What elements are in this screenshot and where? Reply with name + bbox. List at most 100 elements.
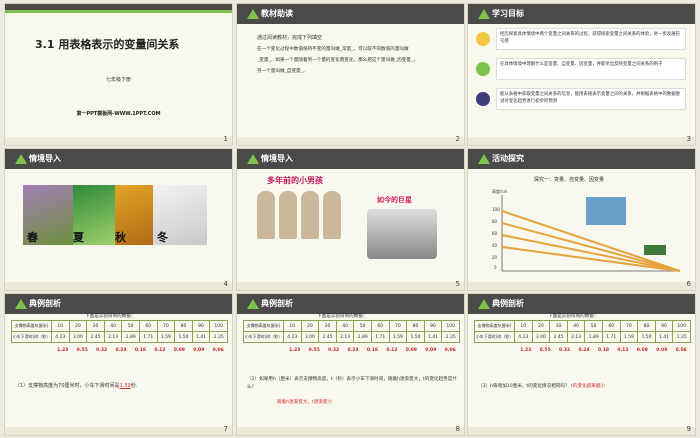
table-cell: 1.59 xyxy=(156,331,176,343)
section-title: 典例剖析 xyxy=(261,299,293,308)
slide-footer-band xyxy=(468,427,695,435)
table-cell: 4.23 xyxy=(514,331,533,343)
difference-value: 0.06 xyxy=(675,348,687,353)
table-cell: 40 xyxy=(335,320,355,332)
table-cell: 2.13 xyxy=(335,331,355,343)
difference-value: 1.23 xyxy=(520,348,532,353)
table-cell: 10 xyxy=(283,320,302,332)
table-cell: 2.13 xyxy=(566,331,586,343)
season-label: 冬 xyxy=(157,231,168,244)
slide-header: 教材助读 xyxy=(237,4,464,24)
slide-footer-band xyxy=(5,427,232,435)
goal-text: 能从表格中获取变量之间关系的信息，能用表格表示变量之间的关系，并根据表格中的数据… xyxy=(500,92,681,104)
table-cell: 1.71 xyxy=(370,331,390,343)
text-line: 在一个变化过程中数值保持不变的量叫做_常量_，可以取不同数值的量叫做 xyxy=(257,47,409,52)
ramp-illustration xyxy=(501,195,681,272)
slide-number: 3 xyxy=(686,135,691,143)
row-header: 小车下滑时间t（秒） xyxy=(11,331,52,343)
row-header: 小车下滑时间t（秒） xyxy=(474,331,515,343)
slide-thumbnail-7[interactable]: 典例剖析 下面是实验得到的数据： 支撑物高度h(厘米) 10 20 30 40 50 60 7… xyxy=(4,293,233,436)
table-cell: 60 xyxy=(370,320,390,332)
table-cell: 40 xyxy=(566,320,586,332)
difference-value: 0.55 xyxy=(308,348,320,353)
slide-header: 典例剖析 xyxy=(5,294,232,314)
table-cell: 1.71 xyxy=(138,331,158,343)
table-cell: 100 xyxy=(672,320,691,332)
text-line: 通过阅读教材，完成下列填空 xyxy=(257,35,323,41)
slide-thumbnail-3[interactable]: 学习目标 经历探索具体情境中两个变量之间关系的过程，获得探索变量之间关系的体验，… xyxy=(467,3,696,146)
table-cell: 20 xyxy=(68,320,88,332)
table-cell: 1.35 xyxy=(672,331,691,343)
difference-row: 1.23 0.55 0.32 0.24 0.18 0.12 0.09 0.09 0.06 xyxy=(516,348,691,353)
star-photo xyxy=(367,209,437,259)
difference-value: 0.32 xyxy=(559,348,571,353)
slide-header: 情境导入 xyxy=(5,149,232,169)
triangle-icon xyxy=(478,9,490,19)
table-cell: 30 xyxy=(86,320,105,332)
difference-value: 0.12 xyxy=(617,348,629,353)
section-title: 情境导入 xyxy=(261,154,293,163)
slide-thumbnail-2[interactable]: 教材助读 通过阅读教材，完成下列填空 在一个变化过程中数值保持不变的量叫做_常量… xyxy=(236,3,465,146)
caption-text: 如今的巨星 xyxy=(377,196,412,204)
question-text: （1）支撑物高度为70厘米时，小车下滑时间是1.59秒. xyxy=(15,383,138,389)
slide-thumbnail-9[interactable]: 典例剖析 下面是实验得到的数据： 支撑物高度h(厘米) 10 20 30 40 50 60 7… xyxy=(467,293,696,436)
slide-footer-band xyxy=(237,427,464,435)
slide-footer-band xyxy=(468,282,695,290)
slide-title: 3.1 用表格表示的变量间关系 xyxy=(35,38,180,51)
slide-thumbnail-4[interactable]: 情境导入 春 夏 秋 冬 4 xyxy=(4,148,233,291)
slide-header: 学习目标 xyxy=(468,4,695,24)
table-cell: 100 xyxy=(441,320,460,332)
table-cell: 50 xyxy=(353,320,372,332)
data-table: 支撑物高度h(厘米) 10 20 30 40 50 60 70 80 90 100 小车下滑时间t（… xyxy=(11,320,228,343)
row-header: 支撑物高度h(厘米) xyxy=(11,320,52,332)
table-cell: 1.50 xyxy=(406,331,425,343)
slide-thumbnail-1[interactable]: 3.1 用表格表示的变量间关系 七年级下册 第一PPT模板网-WWW.1PPT.… xyxy=(4,3,233,146)
text-line: 另一个量叫做_自变量_。 xyxy=(257,69,308,74)
goal-bullet-icon xyxy=(476,92,490,106)
difference-value: 0.06 xyxy=(444,348,456,353)
difference-value: 0.24 xyxy=(347,348,359,353)
table-cell: 20 xyxy=(300,320,320,332)
slide-footer-band xyxy=(237,282,464,290)
difference-value: 0.09 xyxy=(405,348,417,353)
season-label: 秋 xyxy=(115,231,126,244)
difference-row: 1.23 0.55 0.32 0.24 0.18 0.12 0.09 0.09 0.06 xyxy=(53,348,228,353)
answer-text: 随着h逐渐变大，t逐渐变小 xyxy=(277,400,333,405)
table-cell: 70 xyxy=(388,320,408,332)
difference-value: 0.09 xyxy=(173,348,185,353)
triangle-icon xyxy=(478,299,490,309)
text-line: _变量_，如果一个量随着另一个量的变化而变化，那么把这个量叫做_因变量_， xyxy=(257,58,418,63)
table-cell: 90 xyxy=(191,320,211,332)
table-cell: 10 xyxy=(514,320,533,332)
table-cell: 1.50 xyxy=(637,331,656,343)
goal-text: 经历探索具体情境中两个变量之间关系的过程，获得探索变量之间关系的体验，进一步发展… xyxy=(500,32,681,44)
table-cell: 80 xyxy=(174,320,193,332)
slide-header: 情境导入 xyxy=(237,149,464,169)
difference-value: 0.12 xyxy=(154,348,166,353)
table-cell: 1.41 xyxy=(423,331,443,343)
section-title: 教材助读 xyxy=(261,9,293,18)
question-text: （3）h每增加10厘米，t的变化情况相同吗？ t的变化越来越小 xyxy=(478,384,606,389)
slide-thumbnail-8[interactable]: 典例剖析 下面是实验得到的数据： 支撑物高度h(厘米) 10 20 30 40 50 60 7… xyxy=(236,293,465,436)
section-title: 典例剖析 xyxy=(29,299,61,308)
slide-thumbnail-5[interactable]: 情境导入 多年前的小男孩 如今的巨星 5 xyxy=(236,148,465,291)
difference-value: 1.23 xyxy=(289,348,301,353)
table-cell: 1.50 xyxy=(174,331,193,343)
difference-value: 1.23 xyxy=(57,348,69,353)
slide-footer-band xyxy=(237,137,464,145)
table-cell: 1.89 xyxy=(353,331,372,343)
goal-bullet-icon xyxy=(476,32,490,46)
section-title: 学习目标 xyxy=(492,9,524,18)
table-cell: 20 xyxy=(531,320,551,332)
table-cell: 4.23 xyxy=(283,331,302,343)
row-header: 支撑物高度h(厘米) xyxy=(474,320,515,332)
slide-header: 典例剖析 xyxy=(468,294,695,314)
boy-photo xyxy=(257,191,275,239)
slide-thumbnail-6[interactable]: 活动探究 探究一：变量、自变量、因变量 高度/cm 100 80 60 40 2… xyxy=(467,148,696,291)
triangle-icon xyxy=(247,299,259,309)
difference-value: 0.24 xyxy=(115,348,127,353)
row-header: 支撑物高度h(厘米) xyxy=(243,320,284,332)
slide-header: 典例剖析 xyxy=(237,294,464,314)
table-cell: 1.89 xyxy=(584,331,603,343)
table-cell: 90 xyxy=(654,320,674,332)
